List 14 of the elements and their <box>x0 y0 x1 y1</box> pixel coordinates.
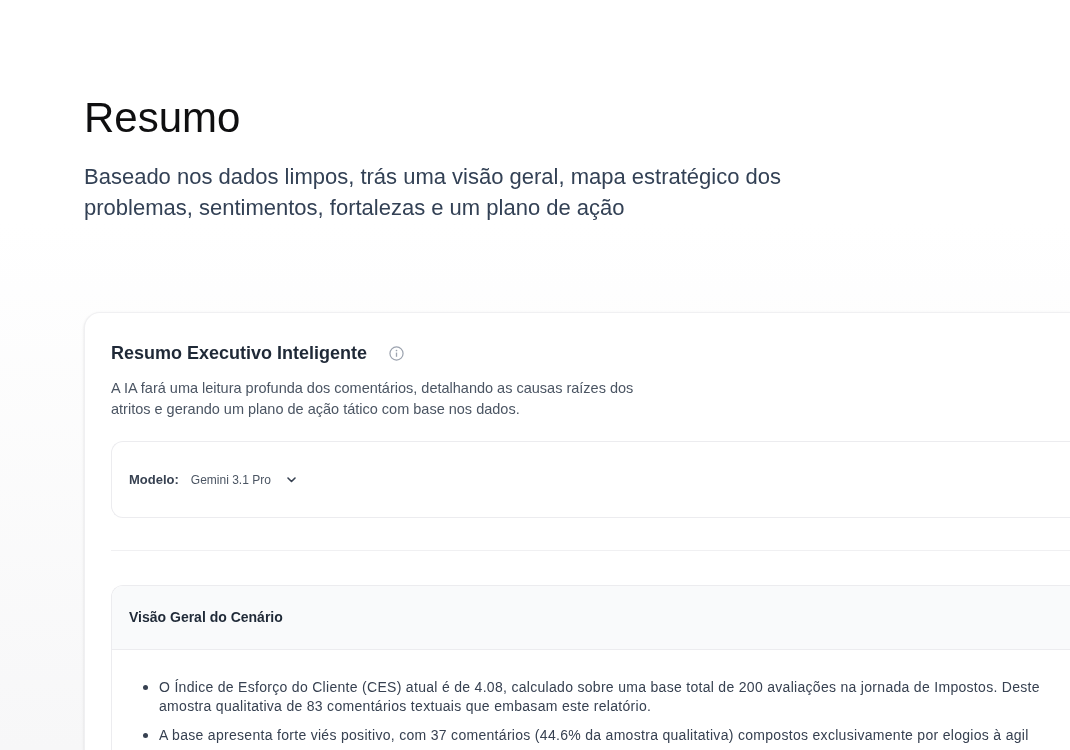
bullet-text: O Índice de Esforço do Cliente (CES) atual é de 4.08, calculado sobre uma base total de 200 avaliações na jornada de Impostos. Deste <box>159 678 1040 697</box>
page-subtitle: Baseado nos dados limpos, trás uma visão geral, mapa estratégico dos problemas, sentimentos, fortalezas e um plano de ação <box>84 163 783 222</box>
model-label: Modelo: <box>129 470 179 489</box>
page-title: Resumo <box>84 93 241 143</box>
card-title: Resumo Executivo Inteligente <box>111 342 368 365</box>
model-dropdown[interactable]: Gemini 3.1 Pro <box>190 470 296 489</box>
bullet-icon <box>143 733 148 738</box>
bullet-text: amostra qualitativa de 83 comentários textuais que embasam este relatório. <box>159 697 652 716</box>
card-description: A IA fará uma leitura profunda dos comentários, detalhando as causas raízes dos atritos e gerando um plano de ação tático com base nos dados. <box>111 379 635 419</box>
overview-title: Visão Geral do Cenário <box>129 608 283 627</box>
bullet-icon <box>143 685 148 690</box>
info-icon[interactable] <box>389 346 405 361</box>
bullet-text: A base apresenta forte viés positivo, com 37 comentários (44.6% da amostra qualitativa) compostos exclusivamente por elogios à agil <box>159 726 1029 745</box>
chevron-down-icon <box>286 476 296 483</box>
